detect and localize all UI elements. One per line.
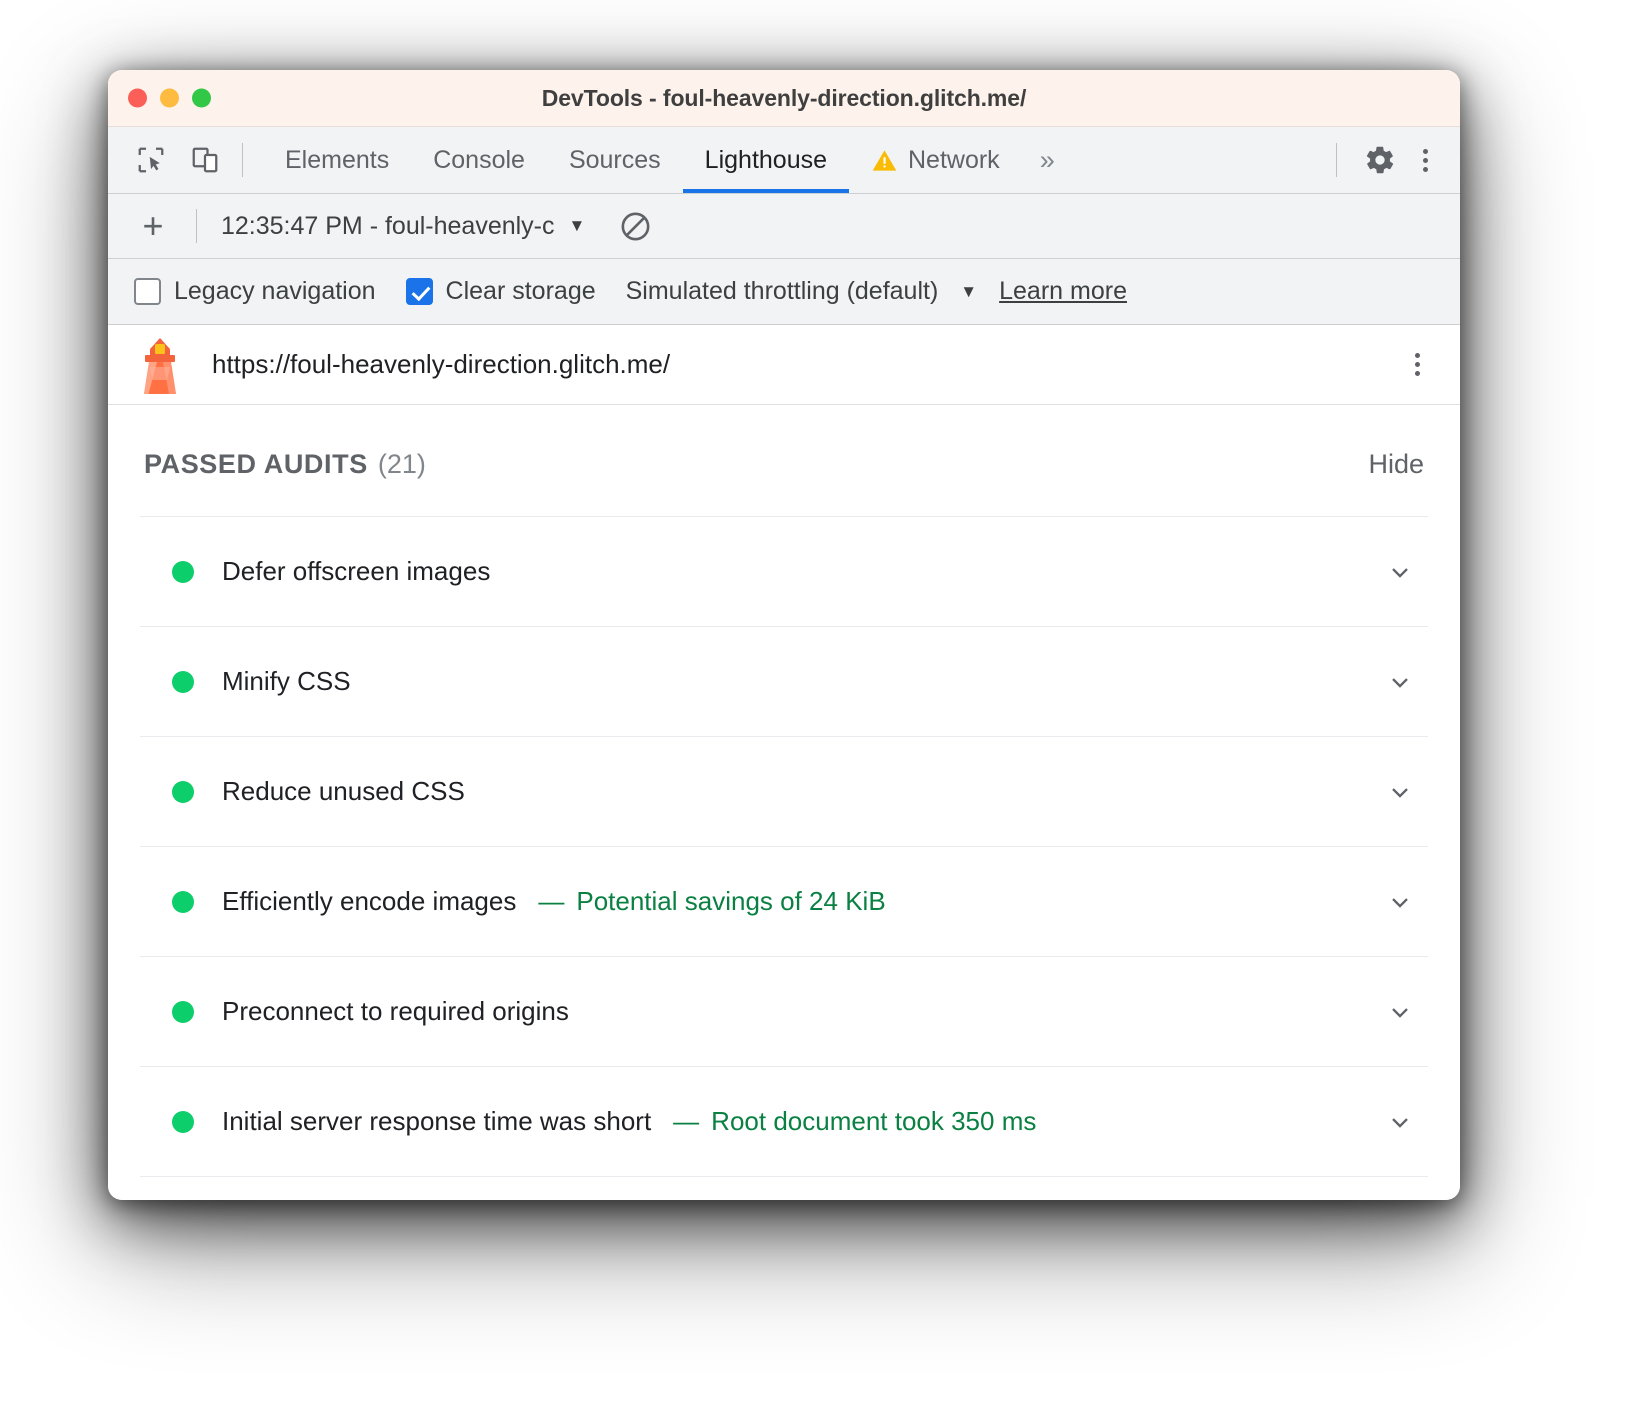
chevron-down-icon[interactable] [1380, 1102, 1420, 1142]
legacy-navigation-label: Legacy navigation [174, 277, 376, 306]
maximize-window-button[interactable] [192, 89, 211, 108]
tabbar-right-actions [1322, 138, 1442, 182]
tabbar-divider [242, 143, 243, 177]
clear-storage-checkbox[interactable]: Clear storage [406, 277, 596, 306]
report-url: https://foul-heavenly-direction.glitch.m… [212, 349, 670, 380]
passed-audits-count: (21) [378, 449, 426, 480]
warning-triangle-icon [871, 147, 898, 174]
inspect-element-icon[interactable] [128, 138, 174, 182]
pass-status-icon [172, 1111, 194, 1133]
audit-title: Defer offscreen images [222, 556, 490, 587]
audit-title: Reduce unused CSS [222, 776, 465, 807]
pass-status-icon [172, 671, 194, 693]
audit-separator: — [538, 886, 564, 917]
lighthouse-settings-bar: Legacy navigation Clear storage Simulate… [108, 259, 1460, 325]
audit-row[interactable]: Defer offscreen images [140, 517, 1428, 627]
lighthouse-runbar: + 12:35:47 PM - foul-heavenly-c ▼ [108, 194, 1460, 259]
devtools-tabbar: Elements Console Sources Lighthouse [108, 127, 1460, 194]
passed-audits-list: Defer offscreen images Minify CSS [140, 516, 1428, 1177]
chevron-down-icon[interactable] [1380, 882, 1420, 922]
tabbar-tool-icons [128, 138, 228, 182]
gear-icon[interactable] [1357, 138, 1403, 182]
tab-sources-label: Sources [569, 146, 661, 175]
tab-console-label: Console [433, 146, 525, 175]
tab-console[interactable]: Console [411, 127, 547, 193]
chevron-down-icon: ▼ [569, 216, 586, 236]
passed-audits-title: PASSED AUDITS [144, 449, 368, 480]
tab-sources[interactable]: Sources [547, 127, 683, 193]
pass-status-icon [172, 1001, 194, 1023]
devtools-window: DevTools - foul-heavenly-direction.glitc… [108, 70, 1460, 1200]
passed-audits-header: PASSED AUDITS (21) Hide [140, 405, 1428, 516]
audit-title: Initial server response time was short [222, 1106, 651, 1137]
minimize-window-button[interactable] [160, 89, 179, 108]
chevron-down-icon: ▼ [960, 282, 977, 302]
runbar-divider [196, 209, 197, 243]
legacy-navigation-box [134, 278, 161, 305]
window-traffic-lights [128, 89, 211, 108]
pass-status-icon [172, 781, 194, 803]
audit-title: Minify CSS [222, 666, 351, 697]
tab-network-label: Network [908, 146, 1000, 175]
tab-lighthouse-label: Lighthouse [705, 146, 827, 175]
report-url-bar: https://foul-heavenly-direction.glitch.m… [108, 325, 1460, 405]
tab-network[interactable]: Network [849, 127, 1022, 193]
clear-storage-label: Clear storage [446, 277, 596, 306]
audit-row[interactable]: Minify CSS [140, 627, 1428, 737]
report-selector-value: 12:35:47 PM - foul-heavenly-c [221, 212, 555, 241]
audit-detail: Potential savings of 24 KiB [576, 886, 885, 917]
chevron-down-icon[interactable] [1380, 772, 1420, 812]
window-titlebar: DevTools - foul-heavenly-direction.glitc… [108, 70, 1460, 127]
chevron-down-icon[interactable] [1380, 662, 1420, 702]
window-title: DevTools - foul-heavenly-direction.glitc… [108, 85, 1460, 112]
tabbar-right-divider [1336, 143, 1337, 177]
audit-title: Preconnect to required origins [222, 996, 569, 1027]
chevron-down-icon[interactable] [1380, 552, 1420, 592]
clear-all-icon[interactable] [613, 204, 657, 248]
device-toolbar-icon[interactable] [182, 138, 228, 182]
pass-status-icon [172, 561, 194, 583]
throttling-value: Simulated throttling (default) [626, 277, 939, 306]
clear-storage-box [406, 278, 433, 305]
audit-title: Efficiently encode images [222, 886, 516, 917]
throttling-select[interactable]: Simulated throttling (default) ▼ [626, 277, 978, 306]
tab-lighthouse[interactable]: Lighthouse [683, 127, 849, 193]
tab-elements[interactable]: Elements [263, 127, 411, 193]
legacy-navigation-checkbox[interactable]: Legacy navigation [134, 277, 376, 306]
chevron-down-icon[interactable] [1380, 992, 1420, 1032]
desktop-background: DevTools - foul-heavenly-direction.glitc… [0, 0, 1644, 1408]
tabbar-overflow-button[interactable]: » [1022, 127, 1073, 193]
audit-separator: — [673, 1106, 699, 1137]
audit-row[interactable]: Preconnect to required origins [140, 957, 1428, 1067]
learn-more-link[interactable]: Learn more [999, 277, 1127, 306]
audit-row[interactable]: Initial server response time was short —… [140, 1067, 1428, 1177]
lighthouse-icon [136, 336, 184, 394]
kebab-menu-icon[interactable] [1409, 143, 1442, 178]
devtools-tabs: Elements Console Sources Lighthouse [263, 127, 1073, 193]
tab-elements-label: Elements [285, 146, 389, 175]
hide-button[interactable]: Hide [1368, 449, 1424, 480]
audit-detail: Root document took 350 ms [711, 1106, 1036, 1137]
lighthouse-report-body: PASSED AUDITS (21) Hide Defer offscreen … [108, 405, 1460, 1200]
audit-row[interactable]: Reduce unused CSS [140, 737, 1428, 847]
new-report-button[interactable]: + [128, 208, 178, 244]
close-window-button[interactable] [128, 89, 147, 108]
pass-status-icon [172, 891, 194, 913]
audit-row[interactable]: Efficiently encode images — Potential sa… [140, 847, 1428, 957]
report-selector[interactable]: 12:35:47 PM - foul-heavenly-c ▼ [215, 208, 591, 245]
kebab-menu-icon[interactable] [1401, 347, 1434, 382]
